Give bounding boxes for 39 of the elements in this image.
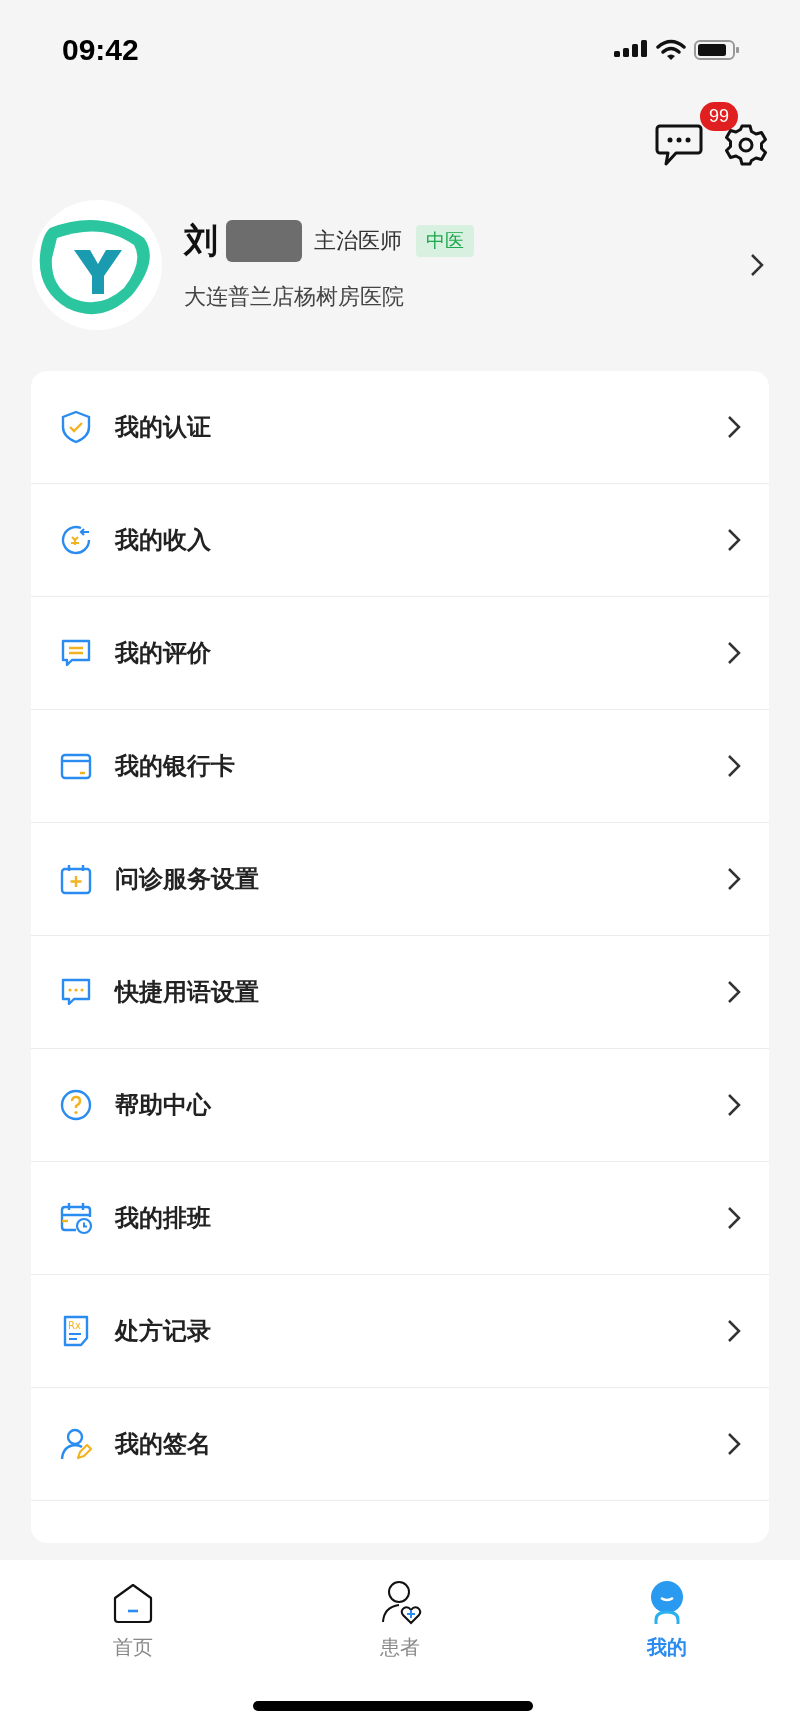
chevron-right-icon	[727, 415, 741, 439]
menu-item[interactable]: 我的银行卡	[31, 710, 769, 823]
menu-item[interactable]: 快捷用语设置	[31, 936, 769, 1049]
chevron-right-icon	[727, 867, 741, 891]
chevron-right-icon	[727, 1206, 741, 1230]
settings-icon[interactable]	[724, 123, 768, 167]
wifi-icon	[656, 39, 686, 61]
chevron-right-icon	[727, 1319, 741, 1343]
menu-item[interactable]: 我的排班	[31, 1162, 769, 1275]
menu-icon	[59, 1088, 93, 1122]
menu-item[interactable]: 问诊服务设置	[31, 823, 769, 936]
menu-icon	[59, 862, 93, 896]
chevron-right-icon	[727, 528, 741, 552]
menu-icon	[59, 1427, 93, 1461]
doctor-name: 刘	[184, 219, 218, 262]
menu-item[interactable]: Rx 处方记录	[31, 1275, 769, 1388]
menu-icon	[59, 523, 93, 557]
tab-bar-item[interactable]: 首页	[0, 1580, 267, 1661]
menu-icon	[59, 1201, 93, 1235]
chevron-right-icon	[727, 1432, 741, 1456]
status-time: 09:42	[62, 33, 139, 67]
specialty-tag: 中医	[416, 225, 474, 257]
menu-icon	[59, 410, 93, 444]
chevron-right-icon	[727, 754, 741, 778]
menu-item[interactable]: 我的评价	[31, 597, 769, 710]
doctor-title: 主治医师	[314, 227, 402, 255]
menu-item[interactable]: 我的认证	[31, 371, 769, 484]
menu-item[interactable]: 帮助中心	[31, 1049, 769, 1162]
menu-item[interactable]: 我的收入	[31, 484, 769, 597]
battery-icon	[694, 39, 740, 61]
chevron-right-icon	[727, 980, 741, 1004]
hospital-name: 大连普兰店杨树房医院	[184, 283, 405, 311]
tab-bar-item[interactable]: 患者	[266, 1580, 534, 1661]
chevron-right-icon[interactable]	[750, 253, 764, 277]
menu-item[interactable]: 我的签名	[31, 1388, 769, 1501]
chat-icon[interactable]	[654, 122, 704, 168]
message-count-badge: 99	[699, 102, 738, 131]
chevron-right-icon	[727, 1093, 741, 1117]
chevron-right-icon	[727, 641, 741, 665]
